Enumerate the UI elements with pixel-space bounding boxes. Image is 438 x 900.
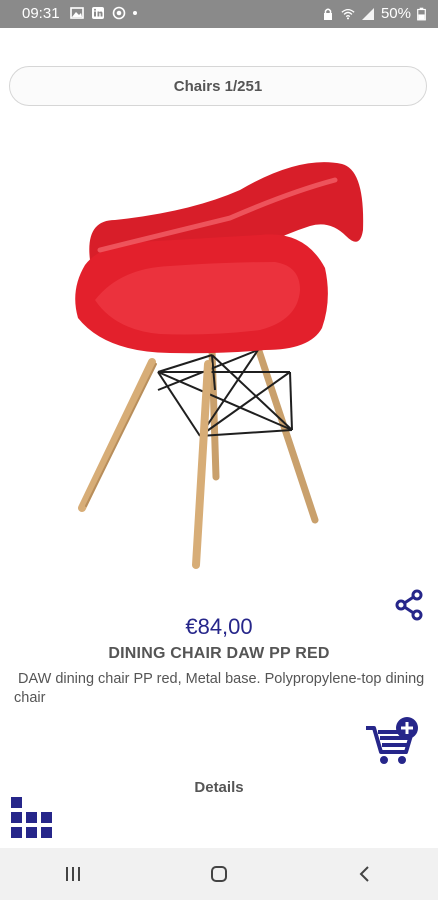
- add-to-cart-icon[interactable]: [364, 716, 420, 766]
- product-image[interactable]: [60, 150, 380, 580]
- product-price: €84,00: [185, 614, 253, 639]
- home-button[interactable]: [189, 854, 249, 894]
- home-icon: [211, 866, 227, 882]
- category-label: Chairs 1/251: [173, 77, 263, 95]
- record-icon: [112, 6, 126, 20]
- recent-apps-icon: [66, 867, 80, 881]
- lock-icon: [323, 8, 332, 20]
- category-selector[interactable]: Chairs 1/251: [9, 66, 427, 106]
- details-link[interactable]: Details: [0, 779, 438, 796]
- back-button[interactable]: [335, 854, 395, 894]
- signal-icon: [361, 7, 374, 20]
- linkedin-icon: [92, 7, 104, 19]
- status-time: 09:31: [22, 5, 60, 22]
- system-nav-bar: [0, 848, 438, 900]
- battery-icon: [417, 7, 426, 20]
- system-icons: 50%: [321, 5, 426, 22]
- product-description: DAW dining chair PP red, Metal base. Pol…: [14, 671, 425, 706]
- brand-logo: [11, 797, 52, 838]
- notification-icons: [70, 6, 137, 20]
- product-name: DINING CHAIR DAW PP RED: [108, 645, 330, 662]
- battery-percent: 50%: [380, 5, 411, 22]
- recent-apps-button[interactable]: [43, 854, 103, 894]
- image-icon: [70, 7, 84, 19]
- status-bar: 09:31 50%: [0, 0, 438, 28]
- dot-icon: [133, 11, 137, 15]
- wifi-icon: [341, 8, 355, 19]
- back-icon: [359, 866, 369, 882]
